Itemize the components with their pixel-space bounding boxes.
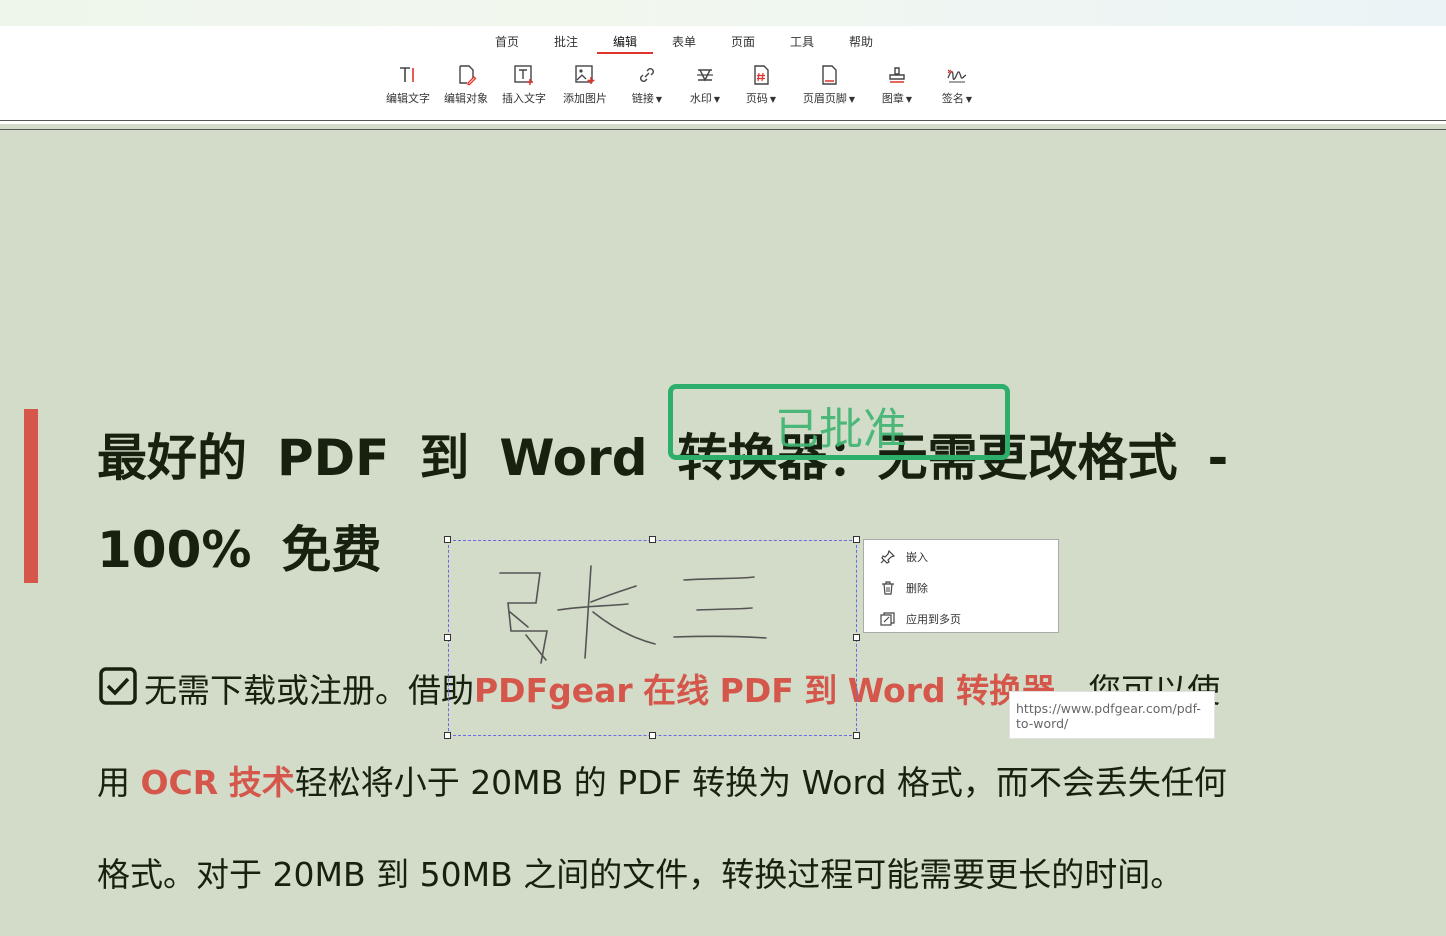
- watermark-label: 水印: [689, 92, 712, 105]
- tab-form[interactable]: 表单: [656, 33, 712, 50]
- resize-handle[interactable]: [649, 732, 656, 739]
- menu-item-embed[interactable]: 嵌入: [880, 549, 928, 565]
- tab-edit[interactable]: 编辑: [597, 33, 653, 54]
- title-word: Word: [499, 429, 648, 487]
- approved-stamp-text: 已批准: [775, 404, 907, 455]
- resize-handle[interactable]: [444, 634, 451, 641]
- menu-item-delete[interactable]: 删除: [880, 580, 928, 596]
- page-number-label: 页码: [745, 92, 768, 105]
- apply-pages-icon: [880, 612, 895, 626]
- title-word: PDF: [277, 429, 390, 487]
- link-label: 链接: [631, 92, 654, 105]
- text-run: 到: [376, 855, 410, 894]
- insert-text-button[interactable]: 插入文字: [499, 64, 549, 106]
- title-strip: [0, 0, 1446, 26]
- resize-handle[interactable]: [444, 732, 451, 739]
- stamp-button[interactable]: 图章 ▼: [877, 64, 917, 106]
- text-run: 用: [97, 763, 130, 802]
- pin-icon: [880, 550, 896, 564]
- link-ocr[interactable]: OCR: [141, 763, 219, 802]
- edit-text-label: 编辑文字: [386, 92, 430, 105]
- page-title-line1: 最好的 PDF 到 Word 转换器：无需更改格式 -: [97, 418, 1228, 490]
- tab-annotate[interactable]: 批注: [538, 33, 594, 50]
- resize-handle[interactable]: [853, 732, 860, 739]
- title-word: 免费: [281, 521, 382, 579]
- chevron-down-icon: ▼: [769, 95, 777, 104]
- edit-text-button[interactable]: 编辑文字: [383, 64, 433, 106]
- text-run: 轻松将小于: [294, 763, 460, 802]
- toolbar-divider: [0, 120, 1446, 124]
- text-run: 无需下载或注册。借助: [144, 671, 474, 710]
- text-run: 20MB: [470, 763, 564, 802]
- add-image-label: 添加图片: [563, 92, 607, 105]
- text-run: PDF: [617, 763, 682, 802]
- link-technology[interactable]: 技术: [229, 763, 295, 802]
- menu-bar: 首页 批注 编辑 表单 页面 工具 帮助: [0, 26, 1446, 54]
- text-run: 之间的文件，转换过程可能需要更长的时间。: [523, 855, 1184, 894]
- menu-item-apply-multi-page[interactable]: 应用到多页: [880, 611, 961, 627]
- tab-home[interactable]: 首页: [479, 33, 535, 50]
- toolbar: 编辑文字 编辑对象 插入文字 添加图片 链接 ▼ 水印 ▼ 页码 ▼ 页眉页脚 ▼ 图章…: [0, 54, 1446, 120]
- link-icon: [640, 68, 654, 82]
- header-footer-icon: [822, 65, 837, 85]
- toolbar-divider-2: [0, 129, 1446, 130]
- edit-object-label: 编辑对象: [444, 92, 488, 105]
- add-image-icon: [575, 65, 595, 84]
- header-footer-button[interactable]: 页眉页脚 ▼: [797, 64, 861, 106]
- heading-accent-bar: [24, 409, 38, 583]
- title-word: 到: [419, 429, 470, 487]
- chevron-down-icon: ▼: [655, 95, 663, 104]
- page-number-button[interactable]: 页码 ▼: [741, 64, 781, 106]
- context-menu: 嵌入 删除 应用到多页: [863, 539, 1059, 633]
- tab-page[interactable]: 页面: [715, 33, 771, 50]
- insert-text-icon: [514, 65, 533, 85]
- signature-icon: [947, 69, 967, 83]
- title-word: 最好的: [97, 429, 247, 487]
- chevron-down-icon: ▼: [713, 95, 721, 104]
- link-url-tooltip: https://www.pdfgear.com/pdf-to-word/: [1009, 691, 1215, 739]
- stamp-icon: [889, 67, 905, 83]
- page-number-icon: [754, 65, 769, 85]
- resize-handle[interactable]: [853, 536, 860, 543]
- resize-handle[interactable]: [853, 634, 860, 641]
- edit-object-icon: [459, 65, 477, 86]
- menu-item-label: 删除: [906, 582, 928, 595]
- text-run: 的: [573, 763, 607, 802]
- watermark-icon: [697, 69, 713, 82]
- resize-handle[interactable]: [444, 536, 451, 543]
- selection-box: [448, 540, 857, 736]
- signature-label: 签名: [941, 92, 964, 105]
- link-button[interactable]: 链接 ▼: [627, 64, 667, 106]
- paragraph-line-3: 格式。对于 20MB 到 50MB 之间的文件，转换过程可能需要更长的时间。: [97, 848, 1183, 896]
- text-run: 格式。对于: [97, 855, 262, 894]
- chevron-down-icon: ▼: [965, 95, 973, 104]
- trash-icon: [882, 581, 894, 595]
- menu-item-label: 应用到多页: [906, 613, 961, 626]
- text-run: 格式，而不会丢失任何: [896, 763, 1227, 802]
- title-word: -: [1207, 429, 1229, 487]
- page-title-line2: 100% 免费: [97, 510, 381, 582]
- watermark-button[interactable]: 水印 ▼: [685, 64, 725, 106]
- header-footer-label: 页眉页脚: [802, 92, 847, 105]
- text-run: 20MB: [272, 855, 366, 894]
- text-run: Word: [801, 763, 887, 802]
- resize-handle[interactable]: [649, 536, 656, 543]
- paragraph-line-2: 用 OCR 技术轻松将小于 20MB 的 PDF 转换为 Word 格式，而不会…: [97, 756, 1227, 804]
- chevron-down-icon: ▼: [848, 95, 856, 104]
- menu-item-label: 嵌入: [906, 551, 928, 564]
- title-word: 100%: [97, 521, 252, 579]
- chevron-down-icon: ▼: [905, 95, 913, 104]
- tab-help[interactable]: 帮助: [833, 33, 889, 50]
- add-image-button[interactable]: 添加图片: [560, 64, 610, 106]
- edit-object-button[interactable]: 编辑对象: [441, 64, 491, 106]
- link-word[interactable]: Word: [848, 671, 946, 710]
- signature-button[interactable]: 签名 ▼: [937, 64, 977, 106]
- checkbox-icon: [99, 667, 137, 705]
- text-run: 50MB: [419, 855, 513, 894]
- stamp-label: 图章: [881, 92, 904, 105]
- edit-text-icon: [400, 67, 414, 82]
- insert-text-label: 插入文字: [502, 92, 546, 105]
- text-run: 转换为: [692, 763, 792, 802]
- tab-tools[interactable]: 工具: [774, 33, 830, 50]
